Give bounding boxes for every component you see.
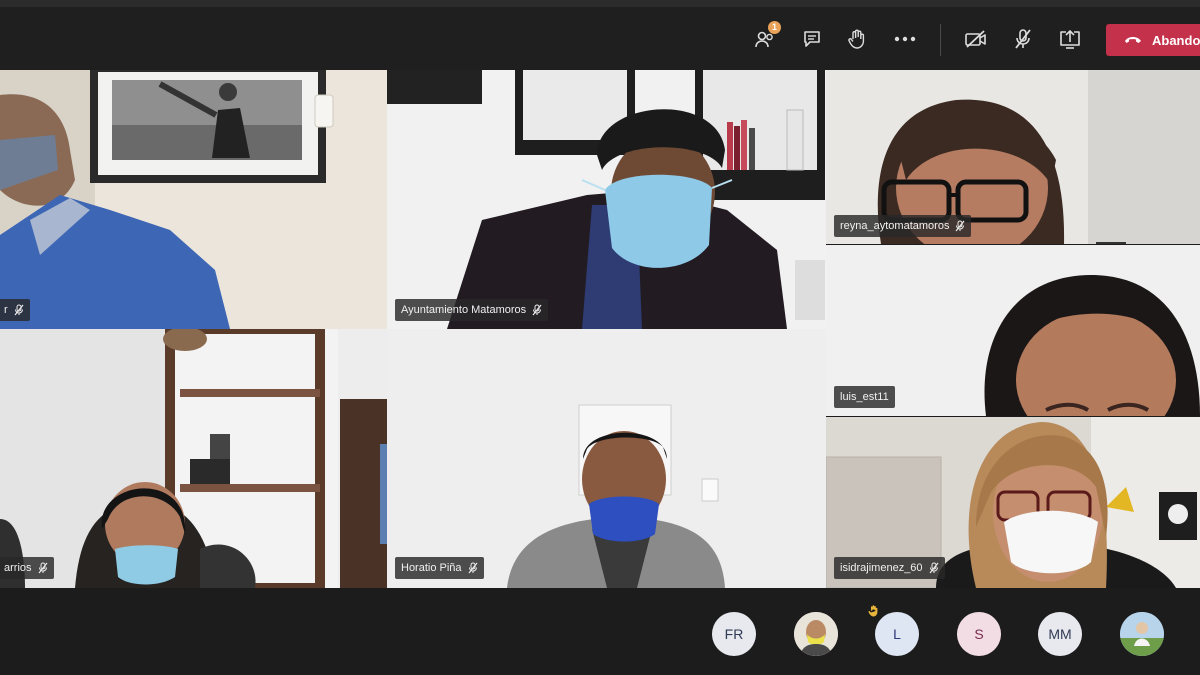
mic-off-icon <box>468 562 478 574</box>
mic-off-icon <box>38 562 47 574</box>
share-screen-icon <box>1060 30 1080 49</box>
video-tile[interactable]: arrios <box>0 329 387 588</box>
participant-name: r <box>4 304 8 316</box>
more-options-button[interactable] <box>890 24 920 54</box>
participant-name-tag: Horatio Piña <box>395 557 484 579</box>
participant-name: luis_est11 <box>840 391 889 403</box>
video-tile[interactable]: Ayuntamiento Matamoros <box>387 70 826 329</box>
mic-off-icon <box>14 304 24 316</box>
participant-name-tag: reyna_aytomatamoros <box>834 215 972 237</box>
mic-off-icon <box>1015 29 1031 49</box>
mic-off-icon <box>532 304 542 316</box>
participant-strip <box>0 588 1200 675</box>
avatar-initials: MM <box>1048 626 1072 642</box>
participant-avatar[interactable]: L <box>875 612 919 656</box>
participant-avatar[interactable] <box>794 612 838 656</box>
participant-name-tag: Ayuntamiento Matamoros <box>395 299 549 321</box>
participant-avatar[interactable] <box>1120 612 1164 656</box>
window-top-edge <box>0 0 1200 7</box>
leave-label: Abando <box>1152 32 1200 48</box>
mic-toggle-button[interactable] <box>1008 24 1038 54</box>
raise-hand-icon <box>848 29 865 49</box>
avatar-photo <box>794 612 838 656</box>
share-screen-button[interactable] <box>1055 24 1085 54</box>
mic-off-icon <box>929 562 939 574</box>
participant-name-tag: r <box>0 299 30 321</box>
participant-video <box>387 70 826 329</box>
camera-off-icon <box>965 30 986 48</box>
avatar-photo <box>1120 612 1164 656</box>
participant-name: isidrajimenez_60 <box>840 562 923 574</box>
participant-avatar[interactable]: FR <box>712 612 756 656</box>
participant-avatar[interactable]: MM <box>1038 612 1082 656</box>
participant-avatar[interactable]: S <box>957 612 1001 656</box>
video-tile[interactable]: isidrajimenez_60 <box>826 417 1200 588</box>
chat-icon <box>804 31 820 47</box>
participant-name: Ayuntamiento Matamoros <box>401 304 527 316</box>
meeting-controls-bar: 1 Abando <box>0 0 1200 70</box>
participants-badge: 1 <box>768 21 781 34</box>
participant-name: arrios <box>4 562 32 574</box>
participant-name: reyna_aytomatamoros <box>840 220 950 232</box>
participant-video <box>0 70 387 329</box>
mic-off-icon <box>955 220 965 232</box>
video-tile[interactable]: luis_est11 <box>826 245 1200 416</box>
leave-meeting-button[interactable]: Abando <box>1106 24 1200 56</box>
participants-button[interactable]: 1 <box>750 21 781 54</box>
more-options-icon <box>894 36 916 42</box>
participant-video <box>387 329 826 588</box>
avatar-initials: S <box>974 626 984 642</box>
chat-button[interactable] <box>797 24 827 54</box>
participant-name-tag: luis_est11 <box>834 386 895 408</box>
raise-hand-button[interactable] <box>842 24 872 54</box>
raised-hand-indicator-icon <box>868 605 878 617</box>
video-tile[interactable]: reyna_aytomatamoros <box>826 70 1200 244</box>
video-tile[interactable]: r <box>0 70 387 329</box>
avatar-initials: FR <box>724 626 744 642</box>
camera-toggle-button[interactable] <box>961 24 991 54</box>
video-tile[interactable]: Horatio Piña <box>387 329 826 588</box>
hang-up-icon <box>1125 37 1141 43</box>
avatar-initials: L <box>893 626 901 642</box>
toolbar-divider <box>940 24 941 56</box>
participant-name-tag: isidrajimenez_60 <box>834 557 945 579</box>
participant-name-tag: arrios <box>0 557 54 579</box>
participant-name: Horatio Piña <box>401 562 462 574</box>
participant-video <box>0 329 387 588</box>
